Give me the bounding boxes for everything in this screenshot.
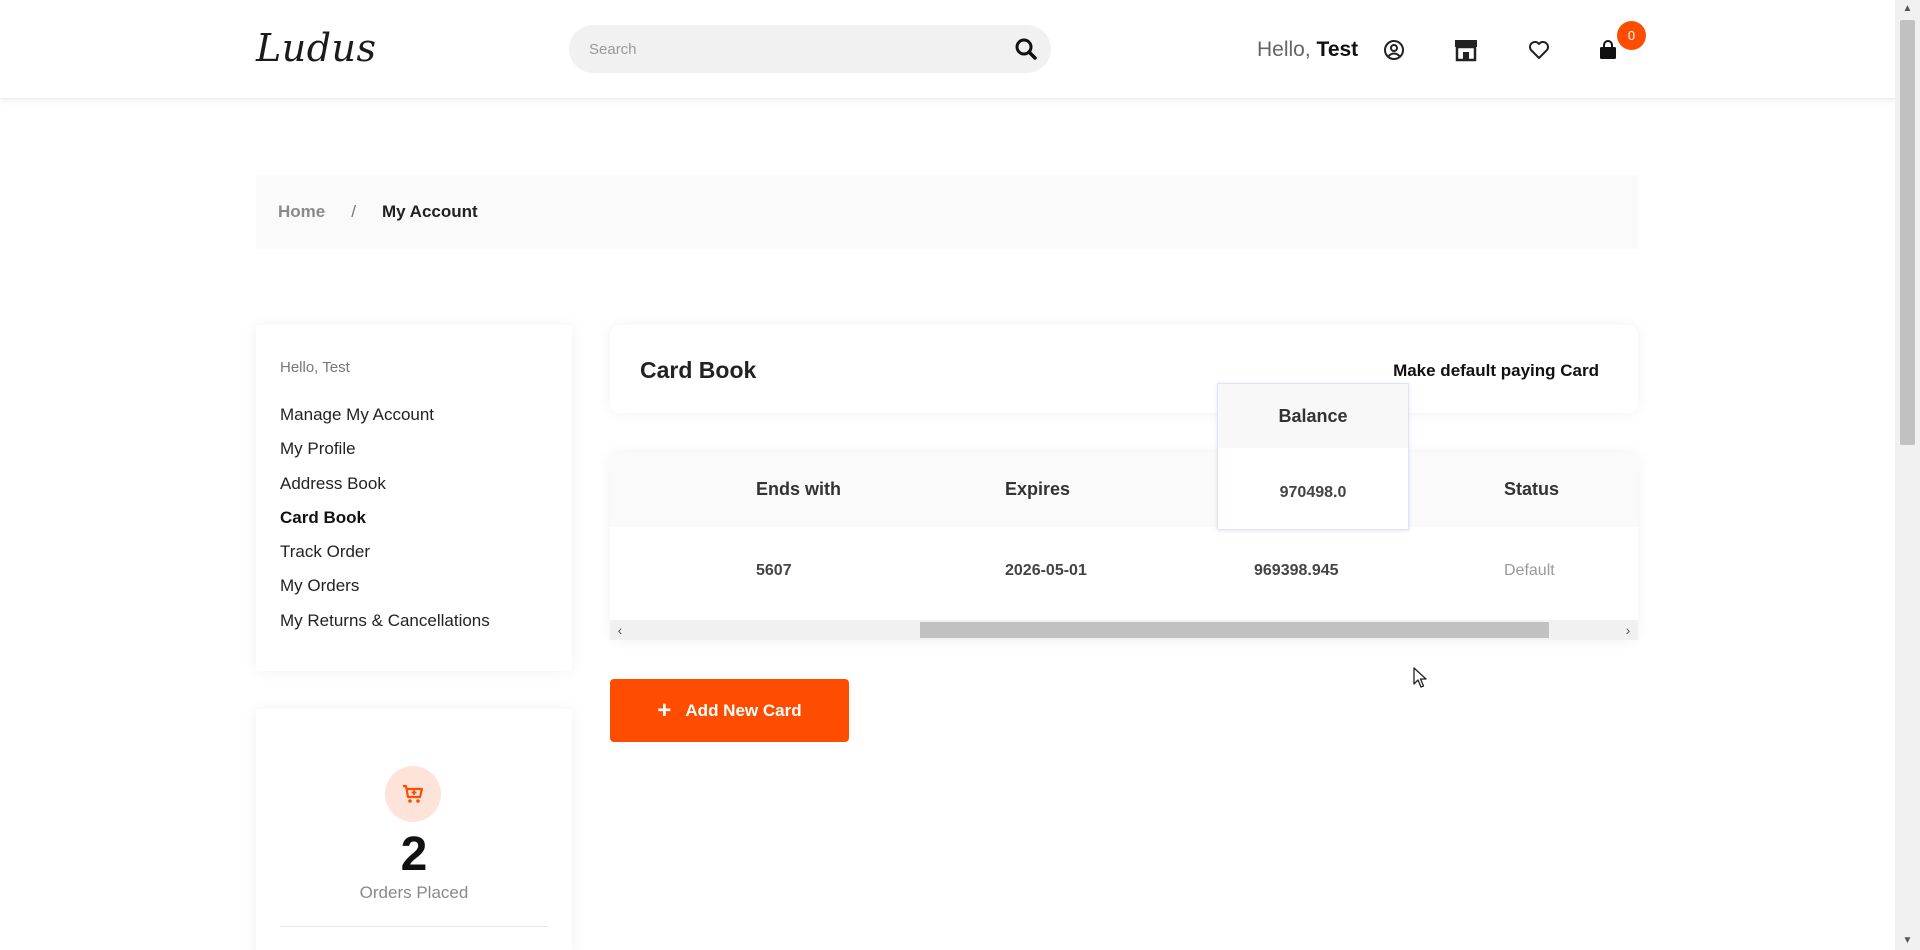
store-icon[interactable] [1452, 36, 1480, 64]
column-header-status: Status [1504, 479, 1560, 499]
greeting: Hello, Test [1257, 38, 1358, 62]
user-icon[interactable] [1380, 36, 1408, 64]
make-default-card-button[interactable]: Make default paying Card [1393, 361, 1599, 381]
cart-icon [385, 766, 441, 822]
sidebar-item-address-book[interactable]: Address Book [280, 467, 548, 501]
scroll-up-icon[interactable]: ▲ [1901, 2, 1914, 15]
sidebar-item-track-order[interactable]: Track Order [280, 535, 548, 569]
heart-icon[interactable] [1525, 36, 1553, 64]
orders-count: 2 [400, 828, 428, 881]
add-new-card-button[interactable]: + Add New Card [610, 679, 849, 742]
horizontal-scrollbar-thumb[interactable] [920, 622, 1549, 638]
breadcrumb: Home / My Account [256, 175, 1638, 249]
mouse-cursor-icon [1413, 667, 1429, 694]
card-table: Ends with Expires Status 5607 2026-05-01… [610, 452, 1638, 640]
orders-label: Orders Placed [359, 883, 469, 902]
card-book-header: Card Book Make default paying Card [610, 325, 1638, 413]
scroll-down-icon[interactable]: ▼ [1901, 934, 1914, 947]
breadcrumb-separator: / [351, 202, 356, 221]
sidebar-greeting: Hello, Test [280, 359, 350, 376]
balance-popover-header: Balance [1218, 384, 1408, 448]
sidebar-item-my-orders[interactable]: My Orders [280, 569, 548, 603]
page-title: Card Book [640, 357, 757, 383]
horizontal-scrollbar[interactable]: ‹ › [610, 620, 1638, 640]
plus-icon: + [657, 696, 672, 724]
sidebar-item-manage-account[interactable]: Manage My Account [280, 398, 548, 432]
scrollbar-thumb[interactable] [1900, 20, 1915, 445]
sidebar-item-my-profile[interactable]: My Profile [280, 432, 548, 466]
site-header: Ludus Hello, Test 0 [0, 0, 1895, 99]
column-header-ends-with: Ends with [756, 479, 841, 499]
greeting-prefix: Hello, [1257, 38, 1311, 61]
search-input[interactable] [589, 25, 989, 73]
column-header-expires: Expires [1005, 479, 1071, 499]
balance-popover-value: 970498.0 [1279, 484, 1347, 501]
divider [280, 926, 548, 927]
vertical-scrollbar[interactable]: ▲ ▼ [1895, 0, 1920, 950]
scroll-right-icon[interactable]: › [1620, 622, 1636, 638]
logo[interactable]: Ludus [256, 26, 377, 70]
cell-expires: 2026-05-01 [1005, 562, 1087, 579]
balance-popover: Balance 970498.0 [1217, 383, 1409, 530]
greeting-name: Test [1316, 38, 1359, 61]
sidebar-item-returns-cancellations[interactable]: My Returns & Cancellations [280, 604, 548, 638]
scroll-left-icon[interactable]: ‹ [612, 622, 628, 638]
breadcrumb-current: My Account [381, 202, 478, 221]
cell-status: Default [1504, 562, 1555, 579]
cart-count-badge: 0 [1617, 21, 1646, 50]
orders-stats-card: 2 Orders Placed [256, 709, 572, 950]
account-sidebar: Hello, Test Manage My Account My Profile… [256, 325, 572, 671]
search-bar [569, 25, 1051, 73]
cell-balance: 969398.945 [1254, 562, 1339, 579]
search-icon[interactable] [1011, 34, 1041, 64]
sidebar-item-card-book[interactable]: Card Book [280, 501, 548, 535]
breadcrumb-home[interactable]: Home [278, 202, 325, 222]
add-new-card-label: Add New Card [685, 700, 802, 720]
cell-ends-with: 5607 [756, 562, 792, 579]
